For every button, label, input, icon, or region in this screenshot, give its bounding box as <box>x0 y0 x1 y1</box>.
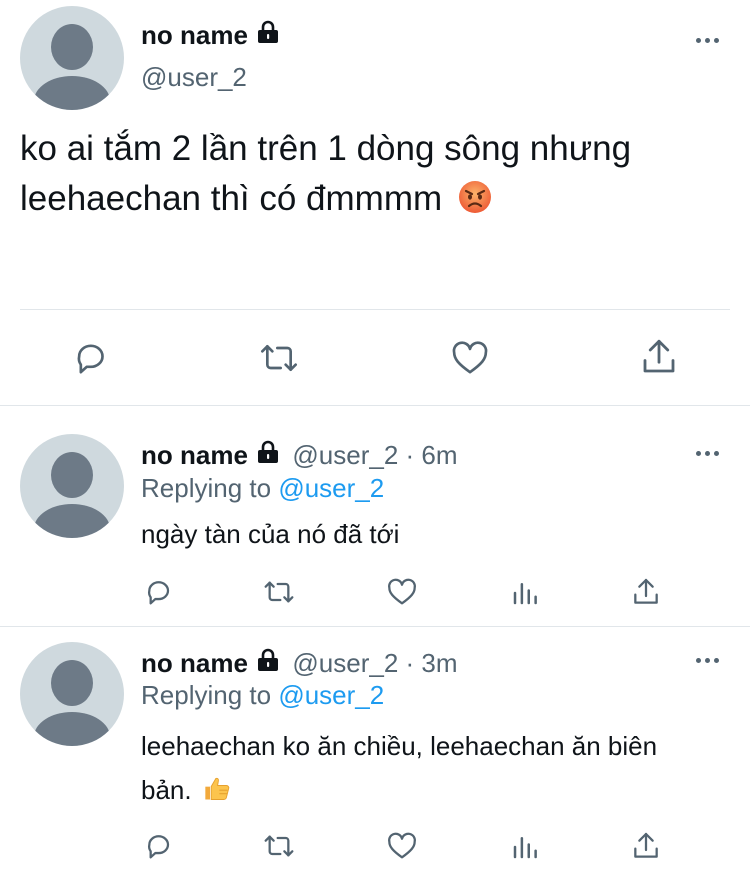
tweet-text: leehaechan ko ăn chiều, leehaechan ăn bi… <box>141 731 658 805</box>
replying-to-handle[interactable]: @user_2 <box>278 680 384 710</box>
like-icon[interactable] <box>385 830 419 862</box>
replying-to-handle[interactable]: @user_2 <box>278 473 384 503</box>
display-name[interactable]: no name <box>141 440 248 470</box>
divider <box>20 309 730 310</box>
lock-icon <box>258 648 279 671</box>
reply-icon[interactable] <box>70 338 110 378</box>
reply-icon[interactable] <box>142 576 174 608</box>
retweet-icon[interactable] <box>261 576 297 608</box>
display-name[interactable]: no name <box>141 20 248 50</box>
analytics-icon[interactable] <box>510 578 540 608</box>
share-icon[interactable] <box>638 336 680 378</box>
more-options-icon[interactable] <box>696 449 722 457</box>
angry-face-emoji <box>458 181 491 213</box>
avatar[interactable] <box>20 434 124 538</box>
divider <box>0 405 750 406</box>
retweet-icon[interactable] <box>261 830 297 862</box>
avatar[interactable] <box>20 6 124 110</box>
display-name[interactable]: no name <box>141 648 248 678</box>
handle-and-time[interactable]: @user_2 · 6m <box>292 440 457 470</box>
share-icon[interactable] <box>630 830 662 862</box>
tweet-text: ngày tàn của nó đã tới <box>141 519 400 549</box>
more-options-icon[interactable] <box>696 36 722 44</box>
replying-to: Replying to @user_2 <box>141 680 385 710</box>
replying-to: Replying to @user_2 <box>141 473 385 503</box>
like-icon[interactable] <box>385 576 419 608</box>
like-icon[interactable] <box>449 338 491 378</box>
divider <box>0 626 750 627</box>
lock-icon <box>258 440 279 463</box>
handle-and-time[interactable]: @user_2 · 3m <box>292 648 457 678</box>
analytics-icon[interactable] <box>510 832 540 862</box>
avatar[interactable] <box>20 642 124 746</box>
user-handle[interactable]: @user_2 <box>141 62 247 92</box>
tweet-text: ko ai tắm 2 lần trên 1 dòng sông nhưng l… <box>20 129 632 218</box>
thumbs-up-emoji <box>205 777 230 800</box>
reply-icon[interactable] <box>142 830 174 862</box>
retweet-icon[interactable] <box>257 338 301 378</box>
share-icon[interactable] <box>630 576 662 608</box>
more-options-icon[interactable] <box>696 656 722 664</box>
lock-icon <box>258 20 279 43</box>
